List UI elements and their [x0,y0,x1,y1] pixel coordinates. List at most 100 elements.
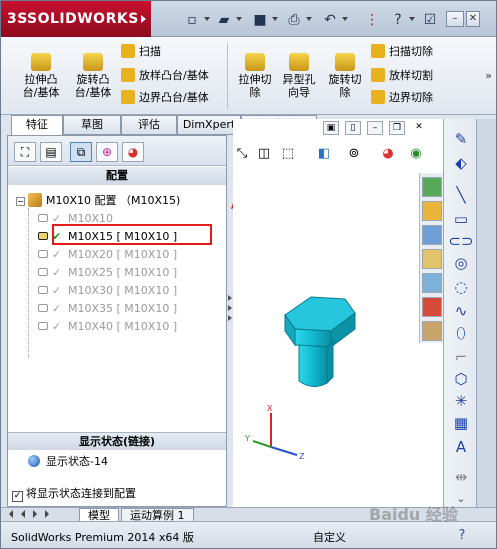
file-explorer-icon[interactable] [422,225,442,245]
baidu-watermark: Baidu 经验 [369,505,458,524]
new-document-icon[interactable]: ▫ [183,11,201,29]
help-icon[interactable]: ? [389,11,407,29]
spline-icon[interactable]: ∿ [448,301,474,321]
print-dropdown-icon[interactable] [306,17,312,21]
configuration-manager-panel: ⛶ ▤ ⧉ ⊕ ◕ 配置 − M10X10 配置 （M10X15) ✓ M10X10… [7,135,227,507]
menu-expand-arrow-icon[interactable] [141,15,146,23]
display-state-item[interactable]: 显示状态-14 [28,454,108,470]
rectangle-icon[interactable]: ▭ [448,209,474,229]
save-icon[interactable]: ■ [251,11,269,29]
point-icon[interactable]: ✳ [448,391,474,411]
hole-wizard-button[interactable]: 异型孔 向导 [273,53,325,111]
undo-dropdown-icon[interactable] [342,17,348,21]
tab-features[interactable]: 特征 [11,115,63,136]
rebuild-traffic-light-icon[interactable]: ⋮ [363,11,381,29]
help-dropdown-icon[interactable] [409,17,415,21]
configuration-item-label: M10X25 [ M10X10 ] [68,266,178,279]
collapse-icon[interactable]: − [16,197,25,206]
minimize-view-icon[interactable]: – [367,121,383,135]
print-icon[interactable]: ⎙ [285,11,303,29]
scene-icon[interactable]: ◉ [407,145,425,163]
sketch-icon[interactable]: ✎ [448,129,474,149]
link-display-state-checkbox[interactable]: ✓ 将显示状态连接到配置 [12,486,136,502]
configuration-item[interactable]: ✓ M10X35 [ M10X10 ] [38,300,177,318]
tab-evaluate[interactable]: 评估 [121,115,177,135]
lofted-cut-icon [371,68,385,82]
configuration-root-label: M10X10 配置 （M10X15) [46,194,181,207]
circle-icon[interactable]: ◎ [448,253,474,273]
text-icon[interactable]: A [448,437,474,457]
close-view-icon[interactable]: ✕ [411,121,427,135]
solidworks-resources-icon[interactable] [422,177,442,197]
undo-icon[interactable]: ↶ [321,11,339,29]
configuration-item[interactable]: ✓ M10X20 [ M10X10 ] [38,246,177,264]
tab-model[interactable]: 模型 [79,508,119,522]
appearances-icon[interactable] [422,273,442,293]
configuration-item[interactable]: ✓ M10X30 [ M10X10 ] [38,282,177,300]
options-checkbox-icon[interactable]: ☑ [421,11,439,29]
splitter-arrow-icon [228,305,232,311]
solidworks-logo[interactable]: 3S SOLIDWORKS [1,1,151,37]
property-manager-icon[interactable]: ▤ [40,142,62,162]
mirror-icon[interactable]: ⇹ [448,467,474,487]
line-icon[interactable]: ╲ [448,185,474,205]
extrude-boss-button[interactable]: 拉伸凸 台/基体 [15,53,67,111]
boundary-boss-button[interactable]: 边界凸台/基体 [121,89,209,107]
next-tab-arrow-icon[interactable] [33,510,37,518]
view-palette-icon[interactable] [422,249,442,269]
configuration-root[interactable]: − M10X10 配置 （M10X15) [16,192,180,210]
sweep-button[interactable]: 扫描 [121,43,161,61]
close-button[interactable]: ✕ [466,11,480,27]
swept-cut-icon [371,44,385,58]
zoom-to-fit-icon[interactable]: ⤡ [233,145,251,163]
loft-boss-button[interactable]: 放样凸台/基体 [121,67,209,85]
tile-view-icon[interactable]: ▣ [323,121,339,135]
design-library-icon[interactable] [422,201,442,221]
open-folder-icon[interactable]: ▰ [215,11,233,29]
bolt-3d-model[interactable] [273,291,383,401]
save-dropdown-icon[interactable] [272,17,278,21]
dimxpert-manager-icon[interactable]: ⊕ [96,142,118,162]
zoom-area-icon[interactable]: ◫ [255,145,273,163]
display-style-icon[interactable]: ⊚ [345,145,363,163]
more-commands-button[interactable]: » [485,69,492,82]
appearance-icon[interactable]: ◕ [379,145,397,163]
custom-properties-icon[interactable] [422,297,442,317]
boundary-cut-button[interactable]: 边界切除 [371,89,433,107]
configuration-item[interactable]: ✓ M10X25 [ M10X10 ] [38,264,177,282]
toolbar-scroll-strip[interactable] [476,119,496,507]
checkbox-checked-icon[interactable]: ✓ [12,491,23,502]
first-tab-arrow-icon[interactable] [9,510,13,518]
tab-motion-study-1[interactable]: 运动算例 1 [121,508,194,522]
ellipse-icon[interactable]: ⬯ [448,323,474,343]
arc-icon[interactable]: ◌ [448,277,474,297]
minimize-button[interactable]: – [446,11,464,27]
units-custom-text[interactable]: 自定义 [313,529,346,545]
solidworks-forum-icon[interactable] [422,321,442,341]
tab-dimxpert[interactable]: DimXpert [177,115,241,135]
view-orientation-icon[interactable]: ◧ [315,145,333,163]
tab-sketch[interactable]: 草图 [63,115,121,135]
new-dropdown-icon[interactable] [204,17,210,21]
status-help-icon[interactable]: ? [453,527,471,545]
feature-manager-tree-icon[interactable]: ⛶ [14,142,36,162]
revolve-boss-button[interactable]: 旋转凸 台/基体 [67,53,119,111]
display-manager-icon[interactable]: ◕ [122,142,144,162]
smart-dimension-icon[interactable]: ⬖ [448,153,474,173]
last-tab-arrow-icon[interactable] [45,510,49,518]
configuration-item[interactable]: ✓ M10X40 [ M10X10 ] [38,318,177,336]
tile-view-icon[interactable]: ▯ [345,121,361,135]
restore-view-icon[interactable]: ❐ [389,121,405,135]
revolve-cut-button[interactable]: 旋转切 除 [319,53,371,111]
lofted-cut-button[interactable]: 放样切割 [371,67,433,85]
plane-icon[interactable]: ▦ [448,413,474,433]
slot-icon[interactable]: ⊂⊃ [448,231,474,251]
swept-cut-button[interactable]: 扫描切除 [371,43,433,61]
open-dropdown-icon[interactable] [236,17,242,21]
polygon-icon[interactable]: ⬡ [448,369,474,389]
previous-view-icon[interactable]: ⬚ [279,145,297,163]
prev-tab-arrow-icon[interactable] [21,510,25,518]
graphics-area[interactable]: ▣ ▯ – ❐ ✕ ⤡ ◫ ⬚ ◧ ⊚ ◕ ◉ X Y Z [233,119,443,507]
configuration-manager-icon[interactable]: ⧉ [70,142,92,162]
fillet-icon[interactable]: ⌐ [448,347,474,367]
